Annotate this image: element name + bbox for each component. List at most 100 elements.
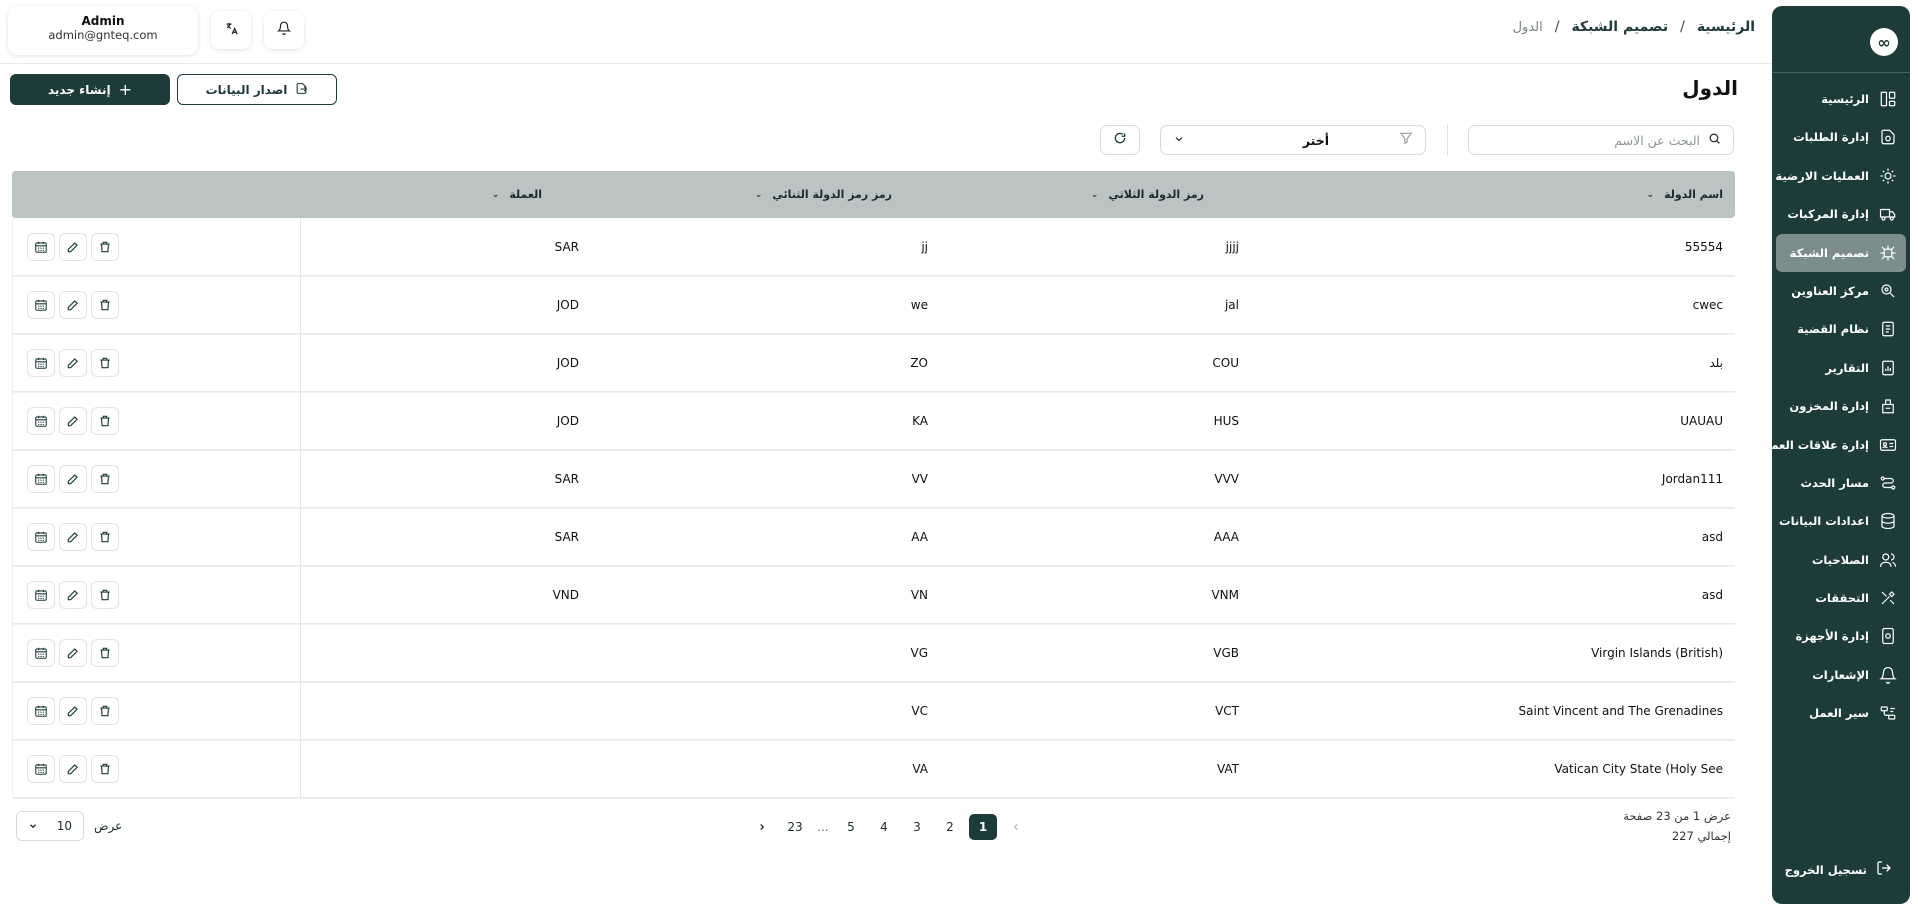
delete-button[interactable]: [91, 639, 119, 667]
breadcrumb-network-design[interactable]: تصميم الشبكة: [1571, 19, 1668, 35]
actions-divider: [300, 624, 301, 682]
cell-iso2: we: [910, 298, 928, 312]
sidebar-item-label: العمليات الارضية: [1775, 168, 1869, 183]
page-4[interactable]: 4: [870, 814, 898, 840]
sidebar-item-database[interactable]: اعدادات البيانات: [1776, 502, 1906, 540]
page-2[interactable]: 2: [936, 814, 964, 840]
sidebar-item-case[interactable]: نظام القضية: [1776, 310, 1906, 348]
calendar-button[interactable]: [27, 349, 55, 377]
delete-button[interactable]: [91, 465, 119, 493]
chevron-down-icon: [1173, 133, 1185, 148]
row-actions: [27, 755, 119, 783]
delete-button[interactable]: [91, 407, 119, 435]
filter-divider: [1447, 124, 1448, 156]
calendar-button[interactable]: [27, 465, 55, 493]
edit-button[interactable]: [59, 233, 87, 261]
sidebar-item-orders[interactable]: إدارة الطلبات: [1776, 118, 1906, 156]
calendar-button[interactable]: [27, 523, 55, 551]
column-header-currency[interactable]: العملة ⌄: [492, 188, 542, 201]
cell-iso2: ZO: [910, 356, 928, 370]
tools-icon: [1878, 588, 1898, 608]
sidebar-item-ground-ops[interactable]: العمليات الارضية: [1775, 157, 1906, 195]
edit-button[interactable]: [59, 349, 87, 377]
export-data-button[interactable]: اصدار البيانات: [177, 74, 337, 105]
create-new-button[interactable]: + إنشاء جديد: [10, 74, 170, 105]
trash-icon: [98, 762, 112, 776]
search-input[interactable]: [1500, 132, 1700, 148]
delete-button[interactable]: [91, 349, 119, 377]
breadcrumb-home[interactable]: الرئيسية: [1697, 19, 1755, 35]
refresh-button[interactable]: [1100, 125, 1140, 155]
column-header-iso3[interactable]: رمز الدولة الثلاثي ⌄: [1091, 188, 1204, 201]
pencil-icon: [66, 298, 80, 312]
sidebar-item-dashboard[interactable]: الرئيسية: [1776, 80, 1906, 118]
cell-iso3: jjjj: [1225, 240, 1239, 254]
edit-button[interactable]: [59, 407, 87, 435]
notifications-button[interactable]: [264, 11, 304, 49]
sidebar-item-reports[interactable]: التقارير: [1776, 349, 1906, 387]
language-button[interactable]: [211, 11, 251, 49]
cell-iso3: VNM: [1211, 588, 1239, 602]
pencil-icon: [66, 762, 80, 776]
calendar-icon: [34, 530, 48, 544]
edit-button[interactable]: [59, 523, 87, 551]
sidebar-item-location[interactable]: مركز العناوين: [1776, 272, 1906, 310]
edit-button[interactable]: [59, 697, 87, 725]
sidebar-item-network[interactable]: تصميم الشبكة: [1776, 233, 1906, 272]
delete-button[interactable]: [91, 291, 119, 319]
cell-currency: VND: [552, 588, 579, 602]
search-box: [1468, 125, 1734, 155]
calendar-button[interactable]: [27, 755, 55, 783]
prev-page-button[interactable]: [1002, 814, 1030, 840]
edit-button[interactable]: [59, 639, 87, 667]
column-header-country-name[interactable]: اسم الدولة ⌄: [1647, 188, 1723, 201]
pagination-info: عرض 1 من 23 صفحة إجمالي 227: [1623, 806, 1731, 846]
edit-button[interactable]: [59, 755, 87, 783]
breadcrumb-separator: /: [1680, 19, 1685, 35]
calendar-button[interactable]: [27, 697, 55, 725]
table-row: بلد COU ZO JOD: [12, 334, 1735, 392]
next-page-button[interactable]: [748, 814, 776, 840]
actions-divider: [300, 566, 301, 624]
bell-icon: [276, 21, 292, 39]
delete-button[interactable]: [91, 755, 119, 783]
delete-button[interactable]: [91, 523, 119, 551]
page-5[interactable]: 5: [837, 814, 865, 840]
delete-button[interactable]: [91, 581, 119, 609]
ground-ops-icon: [1878, 166, 1898, 186]
page-23[interactable]: 23: [781, 814, 809, 840]
user-menu[interactable]: Admin admin@gnteq.com: [8, 6, 198, 55]
per-page-select[interactable]: 10: [16, 811, 84, 841]
calendar-button[interactable]: [27, 407, 55, 435]
calendar-button[interactable]: [27, 233, 55, 261]
app-logo[interactable]: ∞: [1870, 28, 1898, 56]
delete-button[interactable]: [91, 233, 119, 261]
edit-button[interactable]: [59, 465, 87, 493]
delete-button[interactable]: [91, 697, 119, 725]
sidebar-item-crm[interactable]: إدارة علاقات العملاء: [1757, 426, 1906, 464]
calendar-icon: [34, 356, 48, 370]
sidebar-item-devices[interactable]: إدارة الأجهزة: [1776, 617, 1906, 655]
sidebar-item-inventory[interactable]: إدارة المخزون: [1776, 387, 1906, 425]
row-actions: [27, 233, 119, 261]
calendar-button[interactable]: [27, 291, 55, 319]
edit-button[interactable]: [59, 291, 87, 319]
sidebar-item-route[interactable]: مسار الحدث: [1776, 464, 1906, 502]
calendar-button[interactable]: [27, 581, 55, 609]
sidebar-item-truck[interactable]: إدارة المركبات: [1776, 195, 1906, 233]
edit-button[interactable]: [59, 581, 87, 609]
logout-button[interactable]: تسجيل الخروج: [1785, 860, 1892, 880]
sidebar-item-tools[interactable]: التحققات: [1776, 579, 1906, 617]
sidebar-item-users[interactable]: الصلاحيات: [1776, 541, 1906, 579]
column-header-iso2[interactable]: رمز رمز الدولة الثنائي ⌄: [755, 188, 892, 201]
page-3[interactable]: 3: [903, 814, 931, 840]
actions-divider: [300, 508, 301, 566]
trash-icon: [98, 530, 112, 544]
page-1-current[interactable]: 1: [969, 814, 997, 840]
calendar-button[interactable]: [27, 639, 55, 667]
filter-select[interactable]: أختر: [1160, 125, 1426, 155]
sidebar-item-bell[interactable]: الإشعارات: [1776, 656, 1906, 694]
countries-table: اسم الدولة ⌄ رمز الدولة الثلاثي ⌄ رمز رم…: [12, 171, 1735, 798]
sidebar-item-workflow[interactable]: سير العمل: [1776, 694, 1906, 732]
sidebar-item-label: الصلاحيات: [1811, 552, 1869, 567]
